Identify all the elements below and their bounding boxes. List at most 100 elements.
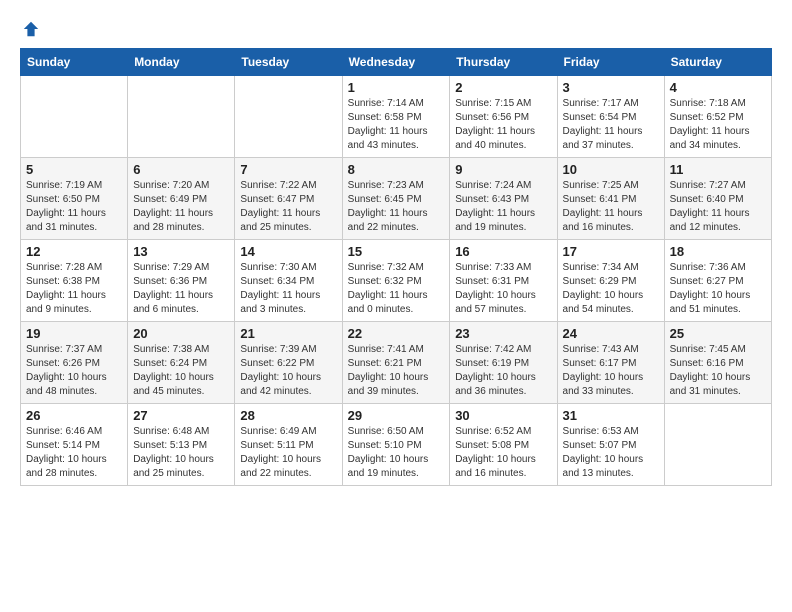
calendar-day-cell: 31 Sunrise: 6:53 AM Sunset: 5:07 PM Dayli… bbox=[557, 404, 664, 486]
calendar-day-cell: 21 Sunrise: 7:39 AM Sunset: 6:22 PM Dayli… bbox=[235, 322, 342, 404]
day-info: Sunrise: 7:29 AM Sunset: 6:36 PM Dayligh… bbox=[133, 261, 229, 317]
day-info: Sunrise: 7:15 AM Sunset: 6:56 PM Dayligh… bbox=[455, 97, 551, 153]
calendar-day-cell: 10 Sunrise: 7:25 AM Sunset: 6:41 PM Dayli… bbox=[557, 158, 664, 240]
day-number: 9 bbox=[455, 162, 551, 177]
calendar-day-cell: 9 Sunrise: 7:24 AM Sunset: 6:43 PM Daylig… bbox=[450, 158, 557, 240]
day-info: Sunrise: 6:48 AM Sunset: 5:13 PM Dayligh… bbox=[133, 425, 229, 481]
day-info: Sunrise: 7:23 AM Sunset: 6:45 PM Dayligh… bbox=[348, 179, 445, 235]
calendar-day-cell: 8 Sunrise: 7:23 AM Sunset: 6:45 PM Daylig… bbox=[342, 158, 450, 240]
calendar-day-cell: 24Sunrise: 7:43 AM Sunset: 6:17 PM Dayli… bbox=[557, 322, 664, 404]
calendar-day-cell: 2 Sunrise: 7:15 AM Sunset: 6:56 PM Daylig… bbox=[450, 76, 557, 158]
day-number: 28 bbox=[240, 408, 336, 423]
day-info: Sunrise: 7:32 AM Sunset: 6:32 PM Dayligh… bbox=[348, 261, 445, 317]
day-info: Sunrise: 6:49 AM Sunset: 5:11 PM Dayligh… bbox=[240, 425, 336, 481]
day-info: Sunrise: 6:53 AM Sunset: 5:07 PM Dayligh… bbox=[563, 425, 659, 481]
calendar-day-cell: 11Sunrise: 7:27 AM Sunset: 6:40 PM Dayli… bbox=[664, 158, 771, 240]
logo-icon bbox=[22, 20, 40, 38]
day-info: Sunrise: 7:17 AM Sunset: 6:54 PM Dayligh… bbox=[563, 97, 659, 153]
day-info: Sunrise: 7:30 AM Sunset: 6:34 PM Dayligh… bbox=[240, 261, 336, 317]
day-info: Sunrise: 7:22 AM Sunset: 6:47 PM Dayligh… bbox=[240, 179, 336, 235]
day-info: Sunrise: 7:25 AM Sunset: 6:41 PM Dayligh… bbox=[563, 179, 659, 235]
day-of-week-header: Tuesday bbox=[235, 49, 342, 76]
calendar-day-cell: 20 Sunrise: 7:38 AM Sunset: 6:24 PM Dayli… bbox=[128, 322, 235, 404]
day-number: 4 bbox=[670, 80, 766, 95]
day-info: Sunrise: 7:14 AM Sunset: 6:58 PM Dayligh… bbox=[348, 97, 445, 153]
calendar-day-cell: 6 Sunrise: 7:20 AM Sunset: 6:49 PM Daylig… bbox=[128, 158, 235, 240]
day-number: 23 bbox=[455, 326, 551, 341]
day-info: Sunrise: 7:34 AM Sunset: 6:29 PM Dayligh… bbox=[563, 261, 659, 317]
header bbox=[20, 20, 772, 38]
day-of-week-header: Monday bbox=[128, 49, 235, 76]
calendar-day-cell: 16 Sunrise: 7:33 AM Sunset: 6:31 PM Dayli… bbox=[450, 240, 557, 322]
calendar-day-cell: 17 Sunrise: 7:34 AM Sunset: 6:29 PM Dayli… bbox=[557, 240, 664, 322]
calendar-week-row: 1 Sunrise: 7:14 AM Sunset: 6:58 PM Daylig… bbox=[21, 76, 772, 158]
calendar-day-cell: 26 Sunrise: 6:46 AM Sunset: 5:14 PM Dayli… bbox=[21, 404, 128, 486]
logo bbox=[20, 20, 40, 38]
day-of-week-header: Thursday bbox=[450, 49, 557, 76]
day-number: 6 bbox=[133, 162, 229, 177]
day-of-week-header: Saturday bbox=[664, 49, 771, 76]
calendar-day-cell: 1 Sunrise: 7:14 AM Sunset: 6:58 PM Daylig… bbox=[342, 76, 450, 158]
calendar-day-cell: 5 Sunrise: 7:19 AM Sunset: 6:50 PM Daylig… bbox=[21, 158, 128, 240]
day-number: 26 bbox=[26, 408, 122, 423]
day-number: 18 bbox=[670, 244, 766, 259]
day-number: 24 bbox=[563, 326, 659, 341]
day-info: Sunrise: 7:42 AM Sunset: 6:19 PM Dayligh… bbox=[455, 343, 551, 399]
calendar-day-cell: 4 Sunrise: 7:18 AM Sunset: 6:52 PM Daylig… bbox=[664, 76, 771, 158]
calendar-day-cell bbox=[664, 404, 771, 486]
day-info: Sunrise: 7:33 AM Sunset: 6:31 PM Dayligh… bbox=[455, 261, 551, 317]
calendar-day-cell: 29Sunrise: 6:50 AM Sunset: 5:10 PM Dayli… bbox=[342, 404, 450, 486]
calendar-day-cell bbox=[235, 76, 342, 158]
day-number: 17 bbox=[563, 244, 659, 259]
day-info: Sunrise: 7:37 AM Sunset: 6:26 PM Dayligh… bbox=[26, 343, 122, 399]
day-number: 25 bbox=[670, 326, 766, 341]
calendar-day-cell: 27 Sunrise: 6:48 AM Sunset: 5:13 PM Dayli… bbox=[128, 404, 235, 486]
day-number: 8 bbox=[348, 162, 445, 177]
day-info: Sunrise: 7:19 AM Sunset: 6:50 PM Dayligh… bbox=[26, 179, 122, 235]
day-info: Sunrise: 6:52 AM Sunset: 5:08 PM Dayligh… bbox=[455, 425, 551, 481]
calendar-day-cell: 22Sunrise: 7:41 AM Sunset: 6:21 PM Dayli… bbox=[342, 322, 450, 404]
day-info: Sunrise: 7:18 AM Sunset: 6:52 PM Dayligh… bbox=[670, 97, 766, 153]
calendar-day-cell: 23 Sunrise: 7:42 AM Sunset: 6:19 PM Dayli… bbox=[450, 322, 557, 404]
calendar-day-cell: 30 Sunrise: 6:52 AM Sunset: 5:08 PM Dayli… bbox=[450, 404, 557, 486]
day-info: Sunrise: 7:39 AM Sunset: 6:22 PM Dayligh… bbox=[240, 343, 336, 399]
day-info: Sunrise: 7:38 AM Sunset: 6:24 PM Dayligh… bbox=[133, 343, 229, 399]
day-of-week-header: Friday bbox=[557, 49, 664, 76]
day-number: 12 bbox=[26, 244, 122, 259]
day-info: Sunrise: 7:36 AM Sunset: 6:27 PM Dayligh… bbox=[670, 261, 766, 317]
calendar-day-cell bbox=[21, 76, 128, 158]
day-info: Sunrise: 6:46 AM Sunset: 5:14 PM Dayligh… bbox=[26, 425, 122, 481]
day-info: Sunrise: 7:28 AM Sunset: 6:38 PM Dayligh… bbox=[26, 261, 122, 317]
day-number: 7 bbox=[240, 162, 336, 177]
day-number: 2 bbox=[455, 80, 551, 95]
day-number: 21 bbox=[240, 326, 336, 341]
day-number: 31 bbox=[563, 408, 659, 423]
day-number: 30 bbox=[455, 408, 551, 423]
day-number: 29 bbox=[348, 408, 445, 423]
calendar-day-cell: 7 Sunrise: 7:22 AM Sunset: 6:47 PM Daylig… bbox=[235, 158, 342, 240]
day-number: 22 bbox=[348, 326, 445, 341]
day-of-week-header: Wednesday bbox=[342, 49, 450, 76]
day-number: 10 bbox=[563, 162, 659, 177]
day-number: 20 bbox=[133, 326, 229, 341]
calendar-week-row: 26 Sunrise: 6:46 AM Sunset: 5:14 PM Dayli… bbox=[21, 404, 772, 486]
day-number: 5 bbox=[26, 162, 122, 177]
day-number: 27 bbox=[133, 408, 229, 423]
calendar-day-cell: 14 Sunrise: 7:30 AM Sunset: 6:34 PM Dayli… bbox=[235, 240, 342, 322]
day-number: 3 bbox=[563, 80, 659, 95]
calendar-day-cell: 3 Sunrise: 7:17 AM Sunset: 6:54 PM Daylig… bbox=[557, 76, 664, 158]
calendar-day-cell: 15Sunrise: 7:32 AM Sunset: 6:32 PM Dayli… bbox=[342, 240, 450, 322]
calendar-day-cell bbox=[128, 76, 235, 158]
calendar-day-cell: 19Sunrise: 7:37 AM Sunset: 6:26 PM Dayli… bbox=[21, 322, 128, 404]
calendar-day-cell: 12 Sunrise: 7:28 AM Sunset: 6:38 PM Dayli… bbox=[21, 240, 128, 322]
day-number: 16 bbox=[455, 244, 551, 259]
calendar-table: SundayMondayTuesdayWednesdayThursdayFrid… bbox=[20, 48, 772, 486]
day-info: Sunrise: 7:24 AM Sunset: 6:43 PM Dayligh… bbox=[455, 179, 551, 235]
calendar-week-row: 12 Sunrise: 7:28 AM Sunset: 6:38 PM Dayli… bbox=[21, 240, 772, 322]
calendar-day-cell: 18 Sunrise: 7:36 AM Sunset: 6:27 PM Dayli… bbox=[664, 240, 771, 322]
calendar-day-cell: 25Sunrise: 7:45 AM Sunset: 6:16 PM Dayli… bbox=[664, 322, 771, 404]
day-number: 14 bbox=[240, 244, 336, 259]
day-info: Sunrise: 7:20 AM Sunset: 6:49 PM Dayligh… bbox=[133, 179, 229, 235]
day-number: 1 bbox=[348, 80, 445, 95]
calendar-day-cell: 13Sunrise: 7:29 AM Sunset: 6:36 PM Dayli… bbox=[128, 240, 235, 322]
